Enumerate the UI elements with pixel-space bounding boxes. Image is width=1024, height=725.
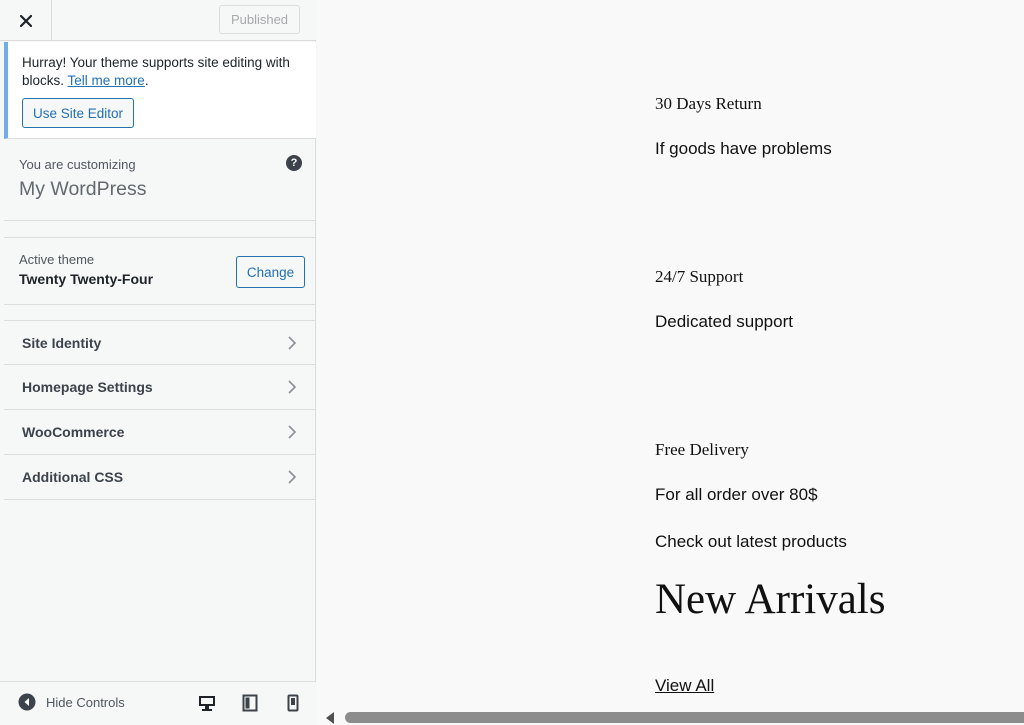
section-label: Site Identity bbox=[22, 334, 102, 351]
tell-me-more-link[interactable]: Tell me more bbox=[68, 73, 145, 88]
feature-title-delivery: Free Delivery bbox=[655, 440, 749, 459]
notice-period: . bbox=[144, 73, 149, 88]
site-editor-notice: Hurray! Your theme supports site editing… bbox=[4, 42, 316, 139]
section-woocommerce[interactable]: WooCommerce bbox=[4, 410, 316, 455]
section-label: WooCommerce bbox=[22, 424, 125, 440]
scrollbar-thumb[interactable] bbox=[345, 712, 1024, 723]
close-icon bbox=[19, 14, 32, 27]
section-label: Additional CSS bbox=[22, 469, 124, 485]
chevron-right-icon bbox=[288, 425, 297, 439]
publish-button[interactable]: Published bbox=[219, 5, 300, 34]
hide-controls-label: Hide Controls bbox=[46, 694, 125, 710]
desktop-icon[interactable] bbox=[198, 694, 216, 712]
active-theme-panel: Active theme Twenty Twenty-Four Change bbox=[4, 237, 316, 305]
feature-title-support: 24/7 Support bbox=[655, 267, 744, 286]
use-site-editor-button[interactable]: Use Site Editor bbox=[22, 98, 135, 128]
section-label: Homepage Settings bbox=[22, 379, 153, 395]
hide-controls-button[interactable]: Hide Controls bbox=[18, 693, 125, 711]
section-homepage-settings[interactable]: Homepage Settings bbox=[4, 365, 316, 410]
site-title: My WordPress bbox=[19, 178, 147, 200]
tablet-icon[interactable] bbox=[241, 694, 259, 712]
chevron-right-icon bbox=[288, 470, 297, 484]
sidebar-footer: Hide Controls bbox=[0, 681, 316, 725]
customizing-label: You are customizing bbox=[19, 157, 136, 172]
chevron-right-icon bbox=[288, 336, 297, 350]
customizer-sidebar: Published Hurray! Your theme supports si… bbox=[0, 0, 316, 725]
customizer-sections: Site Identity Homepage Settings WooComme… bbox=[4, 320, 316, 500]
chevron-right-icon bbox=[288, 380, 297, 394]
notice-message: Hurray! Your theme supports site editing… bbox=[22, 55, 290, 88]
customizer-app: Published Hurray! Your theme supports si… bbox=[0, 0, 1024, 725]
hide-controls-icon bbox=[18, 693, 36, 711]
scroll-left-arrow[interactable] bbox=[326, 712, 334, 724]
customizing-info: You are customizing My WordPress ? bbox=[4, 139, 316, 221]
close-button[interactable] bbox=[0, 0, 52, 41]
feature-text-support: Dedicated support bbox=[655, 312, 793, 331]
new-arrivals-heading: New Arrivals bbox=[655, 576, 886, 623]
section-site-identity[interactable]: Site Identity bbox=[4, 320, 316, 365]
feature-text-returns: If goods have problems bbox=[655, 139, 832, 158]
view-all-link[interactable]: View All bbox=[655, 676, 714, 696]
feature-text-delivery: For all order over 80$ bbox=[655, 485, 818, 504]
change-theme-button[interactable]: Change bbox=[236, 256, 305, 288]
sidebar-header: Published bbox=[0, 0, 316, 41]
feature-title-returns: 30 Days Return bbox=[655, 94, 762, 113]
latest-products-text: Check out latest products bbox=[655, 532, 847, 551]
notice-text: Hurray! Your theme supports site editing… bbox=[22, 54, 304, 90]
section-additional-css[interactable]: Additional CSS bbox=[4, 455, 316, 500]
help-icon[interactable]: ? bbox=[286, 155, 302, 171]
horizontal-scrollbar[interactable] bbox=[317, 711, 1024, 725]
mobile-icon[interactable] bbox=[284, 694, 302, 712]
site-preview: 30 Days Return If goods have problems 24… bbox=[317, 0, 1024, 725]
